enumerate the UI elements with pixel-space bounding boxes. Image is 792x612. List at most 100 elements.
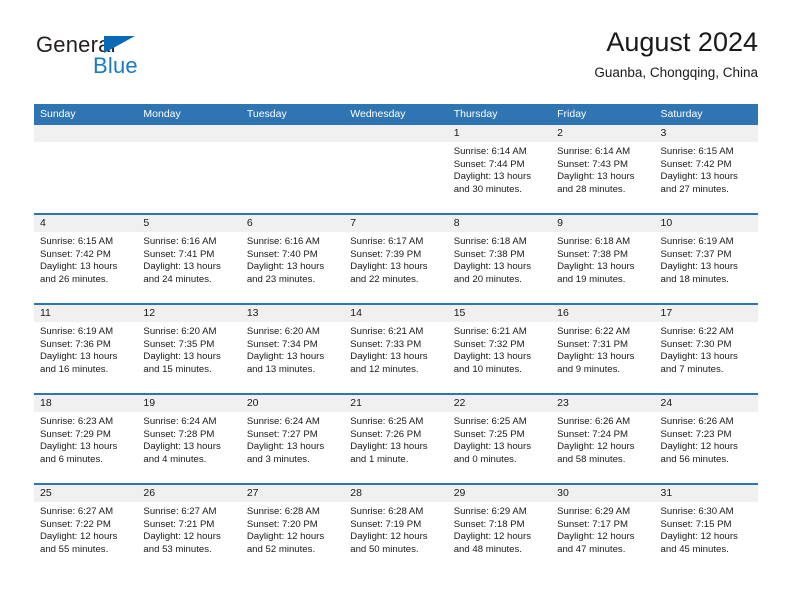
day-info: Sunrise: 6:14 AM Sunset: 7:43 PM Daylight:…: [551, 142, 654, 196]
daylight-text: Daylight: 13 hours and 27 minutes.: [660, 171, 738, 195]
day-info: Sunrise: 6:21 AM Sunset: 7:33 PM Daylight:…: [344, 322, 447, 376]
sunrise-text: Sunrise: 6:14 AM: [557, 146, 631, 157]
day-cell[interactable]: 24 Sunrise: 6:26 AM Sunset: 7:23 PM Dayligh…: [654, 395, 758, 483]
day-cell[interactable]: 22 Sunrise: 6:25 AM Sunset: 7:25 PM Dayligh…: [447, 395, 552, 483]
day-info: Sunrise: 6:24 AM Sunset: 7:28 PM Daylight:…: [137, 412, 240, 466]
day-cell[interactable]: 3 Sunrise: 6:15 AM Sunset: 7:42 PM Daylight…: [654, 125, 758, 213]
daylight-text: Daylight: 13 hours and 26 minutes.: [40, 261, 118, 285]
day-cell[interactable]: 9 Sunrise: 6:18 AM Sunset: 7:38 PM Daylight…: [551, 215, 655, 303]
day-number: 2: [551, 125, 655, 142]
day-cell[interactable]: 11 Sunrise: 6:19 AM Sunset: 7:36 PM Dayligh…: [34, 305, 138, 393]
day-cell[interactable]: 10 Sunrise: 6:19 AM Sunset: 7:37 PM Dayligh…: [654, 215, 758, 303]
day-cell[interactable]: 31 Sunrise: 6:30 AM Sunset: 7:15 PM Dayligh…: [654, 485, 758, 573]
daylight-text: Daylight: 12 hours and 55 minutes.: [40, 531, 118, 555]
sunset-text: Sunset: 7:23 PM: [660, 428, 732, 440]
day-info: Sunrise: 6:17 AM Sunset: 7:39 PM Daylight:…: [344, 232, 447, 286]
day-number: 14: [344, 305, 448, 322]
day-cell[interactable]: 2 Sunrise: 6:14 AM Sunset: 7:43 PM Daylight…: [551, 125, 655, 213]
day-cell[interactable]: 29 Sunrise: 6:29 AM Sunset: 7:18 PM Dayligh…: [447, 485, 552, 573]
day-cell[interactable]: 21 Sunrise: 6:25 AM Sunset: 7:26 PM Dayligh…: [344, 395, 448, 483]
weekday-header-tuesday: Tuesday: [246, 108, 287, 120]
day-number: 4: [34, 215, 138, 232]
day-number: 25: [34, 485, 138, 502]
day-info: Sunrise: 6:26 AM Sunset: 7:23 PM Daylight:…: [655, 412, 758, 466]
day-cell[interactable]: 27 Sunrise: 6:28 AM Sunset: 7:20 PM Dayligh…: [240, 485, 345, 573]
sunrise-text: Sunrise: 6:15 AM: [40, 236, 114, 247]
day-cell[interactable]: 13 Sunrise: 6:20 AM Sunset: 7:34 PM Dayligh…: [240, 305, 345, 393]
daylight-text: Daylight: 13 hours and 13 minutes.: [246, 351, 325, 375]
sunset-text: Sunset: 7:38 PM: [557, 248, 629, 260]
day-cell[interactable]: 12 Sunrise: 6:20 AM Sunset: 7:35 PM Dayligh…: [137, 305, 241, 393]
page-title: August 2024: [606, 27, 758, 57]
day-cell[interactable]: 7 Sunrise: 6:17 AM Sunset: 7:39 PM Daylight…: [344, 215, 448, 303]
day-number: 13: [240, 305, 345, 322]
day-cell[interactable]: 20 Sunrise: 6:24 AM Sunset: 7:27 PM Dayligh…: [240, 395, 345, 483]
page-header: General Blue August 2024 Guanba, Chongqi…: [34, 26, 758, 96]
day-number: [240, 125, 345, 142]
day-number: 26: [137, 485, 241, 502]
daylight-text: Daylight: 13 hours and 23 minutes.: [246, 261, 325, 285]
day-cell[interactable]: 19 Sunrise: 6:24 AM Sunset: 7:28 PM Dayligh…: [137, 395, 241, 483]
day-cell[interactable]: 8 Sunrise: 6:18 AM Sunset: 7:38 PM Daylight…: [447, 215, 552, 303]
title-block: August 2024 Guanba, Chongqing, China: [594, 26, 758, 81]
day-info: Sunrise: 6:28 AM Sunset: 7:20 PM Daylight:…: [241, 502, 344, 556]
day-cell[interactable]: 18 Sunrise: 6:23 AM Sunset: 7:29 PM Dayligh…: [34, 395, 138, 483]
sunrise-text: Sunrise: 6:16 AM: [246, 236, 320, 247]
sunrise-text: Sunrise: 6:20 AM: [246, 326, 320, 337]
day-number: 27: [240, 485, 345, 502]
day-cell[interactable]: 15 Sunrise: 6:21 AM Sunset: 7:32 PM Dayligh…: [447, 305, 552, 393]
calendar-page: General Blue August 2024 Guanba, Chongqi…: [0, 0, 792, 612]
sunset-text: Sunset: 7:22 PM: [40, 518, 111, 530]
day-cell[interactable]: 28 Sunrise: 6:28 AM Sunset: 7:19 PM Dayligh…: [344, 485, 448, 573]
day-cell[interactable]: 23 Sunrise: 6:26 AM Sunset: 7:24 PM Dayligh…: [551, 395, 655, 483]
day-number: 17: [654, 305, 758, 322]
sunrise-text: Sunrise: 6:27 AM: [40, 506, 114, 517]
day-cell[interactable]: 4 Sunrise: 6:15 AM Sunset: 7:42 PM Daylight…: [34, 215, 138, 303]
day-number: [34, 125, 138, 142]
day-cell[interactable]: 17 Sunrise: 6:22 AM Sunset: 7:30 PM Dayligh…: [654, 305, 758, 393]
page-subtitle: Guanba, Chongqing, China: [594, 65, 758, 80]
sunset-text: Sunset: 7:42 PM: [40, 248, 111, 260]
day-info: Sunrise: 6:28 AM Sunset: 7:19 PM Daylight:…: [344, 502, 447, 556]
day-cell[interactable]: 25 Sunrise: 6:27 AM Sunset: 7:22 PM Dayligh…: [34, 485, 138, 573]
day-cell[interactable]: 14 Sunrise: 6:21 AM Sunset: 7:33 PM Dayligh…: [344, 305, 448, 393]
sunset-text: Sunset: 7:18 PM: [453, 518, 525, 530]
day-info: Sunrise: 6:25 AM Sunset: 7:26 PM Daylight:…: [344, 412, 447, 466]
day-info: Sunrise: 6:19 AM Sunset: 7:37 PM Daylight:…: [655, 232, 758, 286]
day-info: Sunrise: 6:19 AM Sunset: 7:36 PM Daylight:…: [34, 322, 137, 376]
sunrise-text: Sunrise: 6:28 AM: [246, 506, 320, 517]
sunrise-text: Sunrise: 6:21 AM: [350, 326, 424, 337]
daylight-text: Daylight: 13 hours and 28 minutes.: [557, 171, 635, 195]
sunrise-text: Sunrise: 6:19 AM: [40, 326, 114, 337]
day-info: Sunrise: 6:22 AM Sunset: 7:30 PM Daylight:…: [655, 322, 758, 376]
day-cell[interactable]: 30 Sunrise: 6:29 AM Sunset: 7:17 PM Dayligh…: [551, 485, 655, 573]
day-cell[interactable]: 26 Sunrise: 6:27 AM Sunset: 7:21 PM Dayligh…: [137, 485, 241, 573]
sunset-text: Sunset: 7:26 PM: [350, 428, 422, 440]
day-number: 19: [137, 395, 241, 412]
day-cell[interactable]: 6 Sunrise: 6:16 AM Sunset: 7:40 PM Daylight…: [240, 215, 345, 303]
day-cell[interactable]: 1 Sunrise: 6:14 AM Sunset: 7:44 PM Daylight…: [447, 125, 552, 213]
sunrise-text: Sunrise: 6:21 AM: [453, 326, 527, 337]
day-number: 31: [654, 485, 758, 502]
day-number: 5: [137, 215, 241, 232]
sunset-text: Sunset: 7:20 PM: [246, 518, 318, 530]
sunrise-text: Sunrise: 6:20 AM: [143, 326, 217, 337]
sunset-text: Sunset: 7:19 PM: [350, 518, 422, 530]
day-info: Sunrise: 6:29 AM Sunset: 7:18 PM Daylight:…: [448, 502, 551, 556]
day-cell-empty: [34, 125, 138, 213]
day-cell[interactable]: 5 Sunrise: 6:16 AM Sunset: 7:41 PM Daylight…: [137, 215, 241, 303]
sunrise-text: Sunrise: 6:17 AM: [350, 236, 424, 247]
day-number: 10: [654, 215, 758, 232]
day-info: Sunrise: 6:24 AM Sunset: 7:27 PM Daylight:…: [241, 412, 344, 466]
sunset-text: Sunset: 7:24 PM: [557, 428, 629, 440]
daylight-text: Daylight: 13 hours and 7 minutes.: [660, 351, 738, 375]
sunrise-text: Sunrise: 6:24 AM: [143, 416, 217, 427]
day-info: Sunrise: 6:18 AM Sunset: 7:38 PM Daylight:…: [448, 232, 551, 286]
brand-logo[interactable]: General Blue: [34, 32, 234, 84]
sunrise-text: Sunrise: 6:30 AM: [660, 506, 734, 517]
day-number: 28: [344, 485, 448, 502]
day-cell[interactable]: 16 Sunrise: 6:22 AM Sunset: 7:31 PM Dayligh…: [551, 305, 655, 393]
day-info: Sunrise: 6:15 AM Sunset: 7:42 PM Daylight:…: [34, 232, 137, 286]
day-number: 12: [137, 305, 241, 322]
day-info: Sunrise: 6:20 AM Sunset: 7:35 PM Daylight:…: [137, 322, 240, 376]
